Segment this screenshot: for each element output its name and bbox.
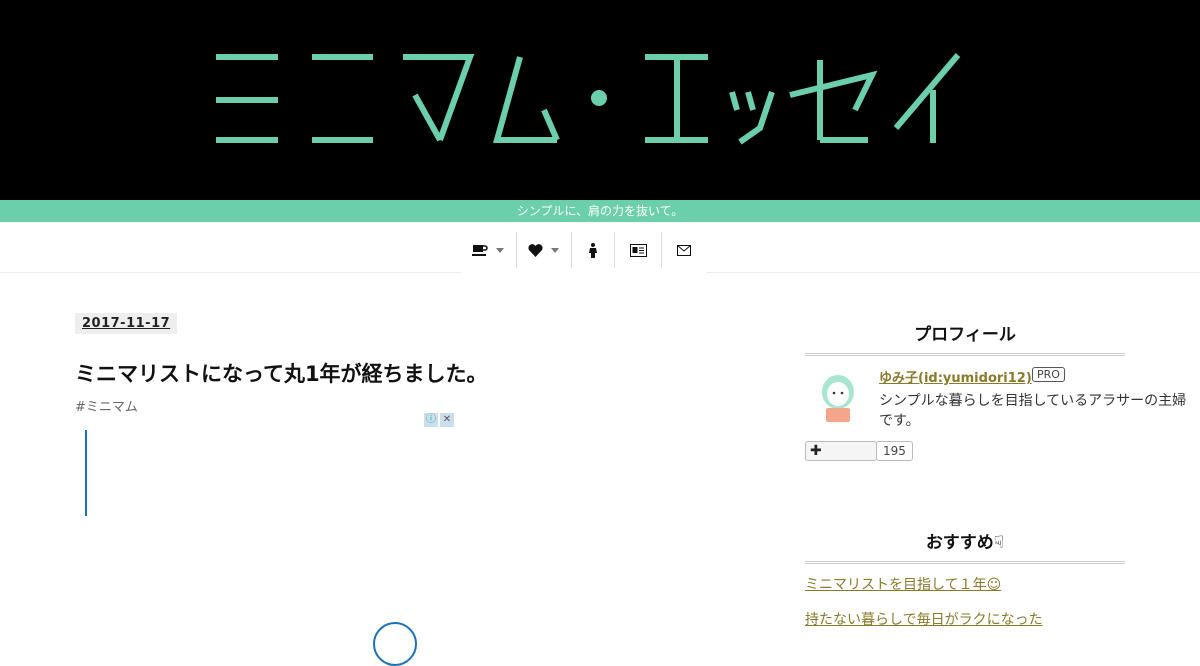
- profile-heading: プロフィール: [805, 320, 1125, 356]
- site-tagline: シンプルに、肩の力を抜いて。: [0, 200, 1200, 222]
- ad-border: [85, 430, 87, 516]
- close-icon[interactable]: ✕: [440, 413, 454, 427]
- nav-menu: [461, 222, 706, 278]
- person-icon: [589, 242, 598, 258]
- id-card-icon: [629, 243, 647, 257]
- nav-item-person[interactable]: [572, 232, 616, 268]
- chevron-down-icon: [496, 247, 505, 253]
- ad-choices-badge[interactable]: ⓘ ✕: [424, 413, 456, 427]
- follow-button[interactable]: ✚: [805, 441, 877, 461]
- recommend-link[interactable]: 持たない暮らしで毎日がラクになった: [805, 609, 1043, 629]
- coffee-icon: [472, 245, 488, 256]
- ad-circle-button[interactable]: [373, 622, 417, 666]
- plus-icon: ✚: [810, 443, 822, 459]
- avatar[interactable]: [812, 370, 864, 424]
- article-title[interactable]: ミニマリストになって丸1年が経ちました。: [75, 358, 488, 388]
- profile-name-link[interactable]: ゆみ子(id:yumidori12): [879, 367, 1032, 386]
- article-date[interactable]: 2017-11-17: [75, 313, 178, 334]
- follower-count: 195: [876, 441, 913, 461]
- nav-item-coffee[interactable]: [461, 232, 517, 268]
- site-header: [0, 0, 1200, 200]
- pro-badge: PRO: [1032, 367, 1065, 382]
- chevron-down-icon: [551, 247, 560, 253]
- info-icon[interactable]: ⓘ: [424, 413, 438, 427]
- envelope-icon: [677, 244, 691, 256]
- recommend-heading: おすすめ☟: [805, 528, 1125, 564]
- nav-item-profile[interactable]: [615, 232, 663, 268]
- article-category[interactable]: #ミニマム: [75, 396, 138, 415]
- logo-mark: [216, 53, 961, 145]
- heart-icon: [528, 243, 543, 257]
- nav-item-heart[interactable]: [517, 232, 573, 268]
- recommend-link[interactable]: ミニマリストを目指して１年☺: [805, 574, 1001, 594]
- profile-description: シンプルな暮らしを目指しているアラサーの主婦です。: [879, 393, 1187, 429]
- global-nav: [0, 222, 1200, 278]
- nav-item-contact[interactable]: [662, 232, 706, 268]
